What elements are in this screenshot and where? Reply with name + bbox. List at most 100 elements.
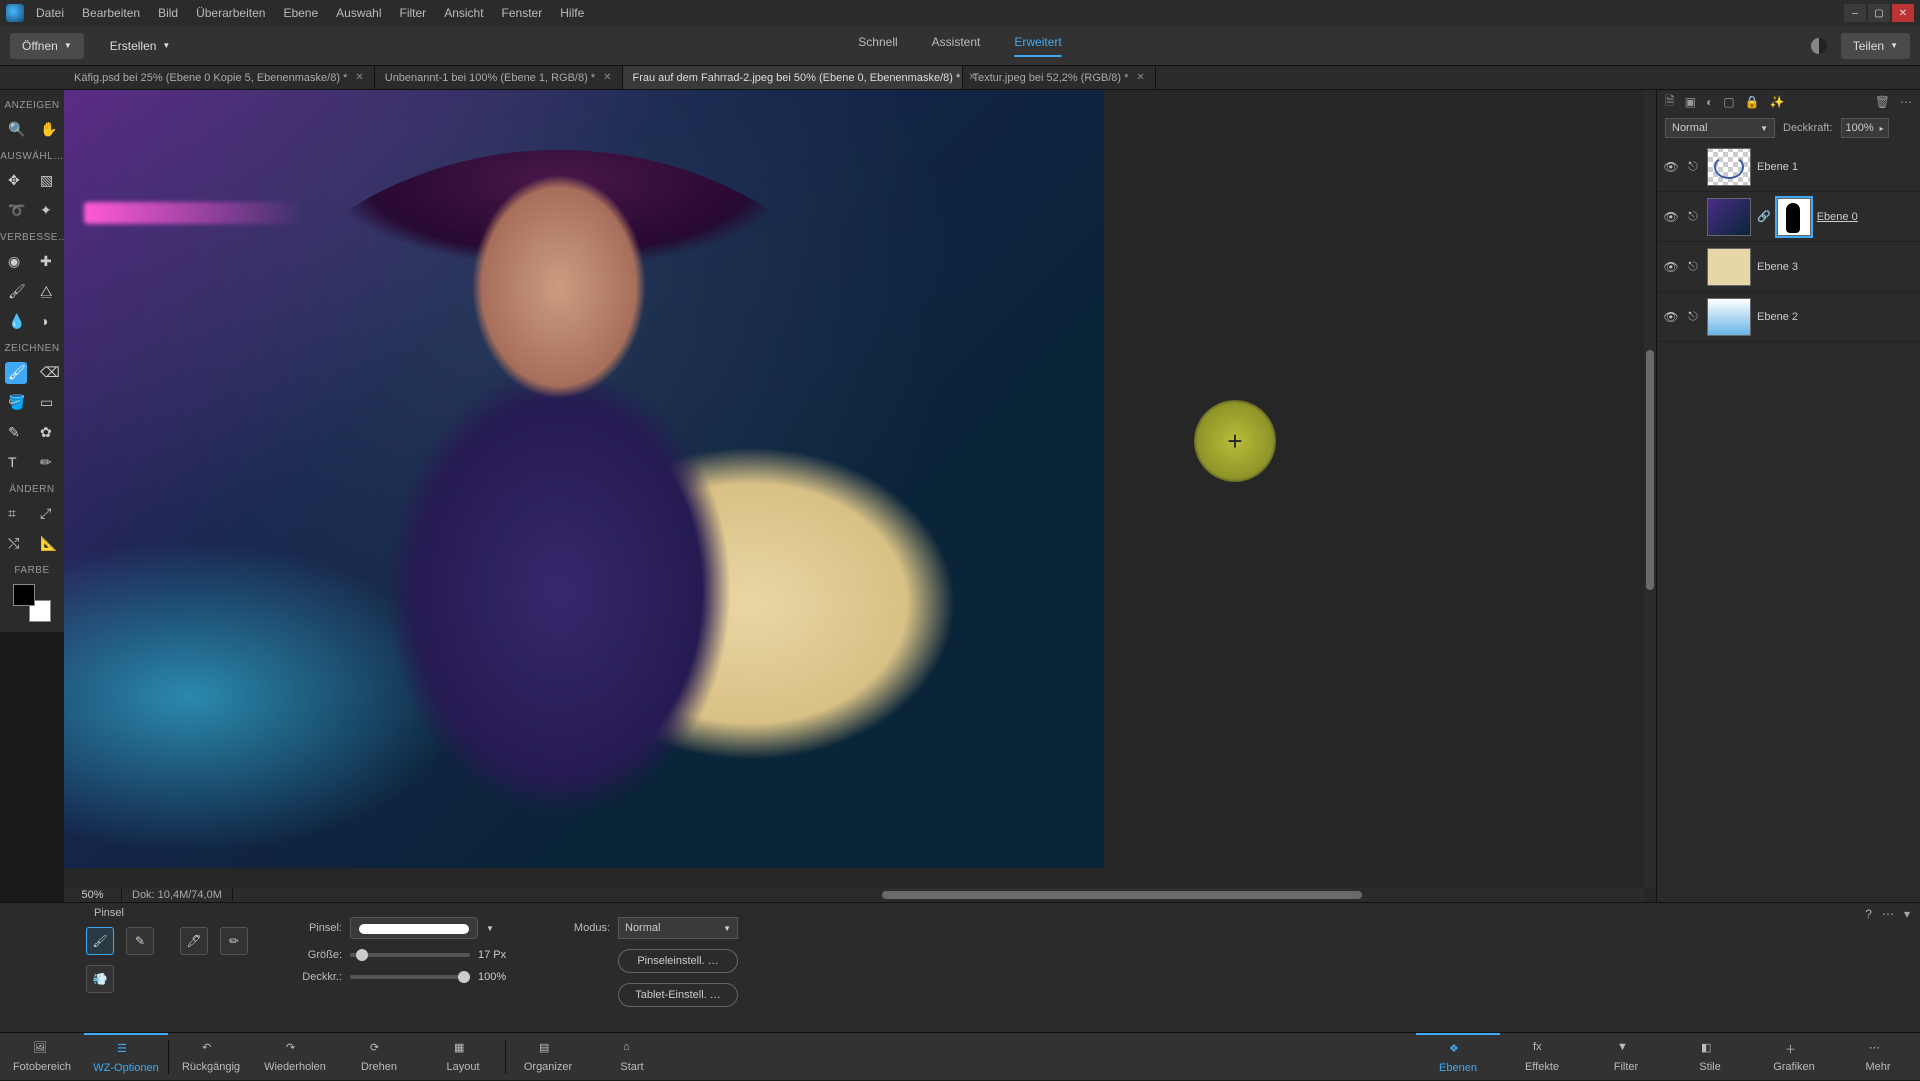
layer-row[interactable]: 👁 ⎋ Ebene 1 (1657, 142, 1920, 192)
zoom-level[interactable]: 50% (64, 889, 122, 901)
link-icon[interactable]: 🔗 (1757, 210, 1771, 223)
opacity-field[interactable]: 100% ▸ (1841, 118, 1889, 138)
share-button[interactable]: Teilen ▼ (1841, 33, 1910, 59)
gradient-tool-icon[interactable]: ▭ (37, 392, 59, 414)
menu-image[interactable]: Bild (158, 6, 178, 20)
crop-tool-icon[interactable]: ⌗ (5, 503, 27, 525)
marquee-tool-icon[interactable]: ▧ (37, 170, 59, 192)
eyedropper-tool-icon[interactable]: ✎ (5, 422, 27, 444)
panel-menu-icon[interactable]: ⋯ (1882, 907, 1894, 921)
brush-variant-airbrush[interactable]: 💨 (86, 965, 114, 993)
window-minimize-button[interactable]: – (1844, 4, 1866, 22)
brush-variant-pencil[interactable]: ✏ (220, 927, 248, 955)
brush-size-slider[interactable] (350, 953, 470, 957)
window-close-button[interactable]: ✕ (1892, 4, 1914, 22)
clone-stamp-tool-icon[interactable]: ⧋ (37, 281, 59, 303)
type-tool-icon[interactable]: T (5, 452, 27, 474)
sponge-tool-icon[interactable]: ◑ (37, 311, 59, 333)
taskbar-graphics[interactable]: ＋Grafiken (1752, 1033, 1836, 1081)
lock-indicator-icon[interactable]: ⎋ (1685, 309, 1701, 324)
eraser-tool-icon[interactable]: ⌫ (37, 362, 59, 384)
lock-layer-icon[interactable]: 🔒 (1745, 95, 1760, 109)
taskbar-rotate[interactable]: ⟳Drehen (337, 1033, 421, 1081)
close-icon[interactable]: ✕ (603, 72, 611, 83)
brush-mode-select[interactable]: Normal ▼ (618, 917, 738, 939)
visibility-toggle-icon[interactable]: 👁 (1663, 210, 1679, 224)
document-tab[interactable]: Frau auf dem Fahrrad-2.jpeg bei 50% (Ebe… (623, 66, 963, 89)
layer-row[interactable]: 👁 ⎋ Ebene 2 (1657, 292, 1920, 342)
brush-variant-impressionist[interactable]: ✎ (126, 927, 154, 955)
blend-mode-select[interactable]: Normal ▼ (1665, 118, 1775, 138)
canvas-image[interactable] (64, 90, 1104, 868)
vertical-scroll-thumb[interactable] (1646, 350, 1654, 590)
taskbar-layout[interactable]: ▦Layout (421, 1033, 505, 1081)
chevron-down-icon[interactable]: ▼ (486, 924, 494, 933)
layer-row[interactable]: 👁 ⎋ 🔗 Ebene 0 (1657, 192, 1920, 242)
taskbar-more[interactable]: ⋯Mehr (1836, 1033, 1920, 1081)
hand-tool-icon[interactable]: ✋ (37, 119, 59, 141)
layer-mask-thumbnail[interactable] (1777, 198, 1811, 236)
delete-layer-icon[interactable]: 🗑 (1875, 95, 1890, 109)
foreground-color-swatch[interactable] (13, 584, 35, 606)
pencil-tool-icon[interactable]: ✏ (37, 452, 59, 474)
close-icon[interactable]: ✕ (355, 72, 363, 83)
layer-row[interactable]: 👁 ⎋ Ebene 3 (1657, 242, 1920, 292)
new-layer-icon[interactable]: 🗎 (1665, 92, 1675, 113)
taskbar-layers[interactable]: ❖Ebenen (1416, 1033, 1500, 1081)
menu-layer[interactable]: Ebene (283, 6, 318, 20)
horizontal-scrollbar[interactable] (233, 890, 1644, 900)
theme-toggle-icon[interactable] (1811, 38, 1827, 54)
create-button[interactable]: Erstellen ▼ (98, 33, 183, 59)
window-maximize-button[interactable]: ▢ (1868, 4, 1890, 22)
lasso-tool-icon[interactable]: ➰ (5, 200, 27, 222)
menu-select[interactable]: Auswahl (336, 6, 381, 20)
brush-preset-picker[interactable] (350, 917, 478, 939)
brush-variant-color-replace[interactable]: 🖊 (180, 927, 208, 955)
brush-opacity-slider[interactable] (350, 975, 470, 979)
open-button[interactable]: Öffnen ▼ (10, 33, 84, 59)
mode-tab-quick[interactable]: Schnell (858, 35, 897, 57)
layer-mask-icon[interactable]: ▢ (1723, 95, 1734, 109)
close-icon[interactable]: ✕ (1136, 72, 1144, 83)
menu-window[interactable]: Fenster (502, 6, 543, 20)
panel-menu-icon[interactable]: ⋯ (1900, 95, 1912, 109)
menu-file[interactable]: Datei (36, 6, 64, 20)
taskbar-undo[interactable]: ↶Rückgängig (169, 1033, 253, 1081)
smart-brush-tool-icon[interactable]: 🖌 (5, 281, 27, 303)
taskbar-effects[interactable]: fxEffekte (1500, 1033, 1584, 1081)
taskbar-redo[interactable]: ↷Wiederholen (253, 1033, 337, 1081)
layer-thumbnail[interactable] (1707, 298, 1751, 336)
layer-name[interactable]: Ebene 1 (1757, 161, 1798, 173)
taskbar-photobin[interactable]: 🖼Fotobereich (0, 1033, 84, 1081)
brush-tool-icon[interactable]: 🖌 (5, 362, 27, 384)
layer-fx-icon[interactable]: ✨ (1770, 95, 1785, 109)
menu-enhance[interactable]: Überarbeiten (196, 6, 265, 20)
shape-tool-icon[interactable]: ✿ (37, 422, 59, 444)
layer-thumbnail[interactable] (1707, 248, 1751, 286)
menu-view[interactable]: Ansicht (444, 6, 483, 20)
layer-name[interactable]: Ebene 3 (1757, 261, 1798, 273)
document-tab[interactable]: Käfig.psd bei 25% (Ebene 0 Kopie 5, Eben… (64, 66, 375, 89)
brush-opacity-value[interactable]: 100% (478, 971, 528, 983)
lock-indicator-icon[interactable]: ⎋ (1685, 259, 1701, 274)
blur-tool-icon[interactable]: 💧 (5, 311, 27, 333)
menu-help[interactable]: Hilfe (560, 6, 584, 20)
vertical-scrollbar[interactable] (1644, 90, 1656, 888)
tablet-settings-button[interactable]: Tablet-Einstell. … (618, 983, 738, 1007)
document-tab[interactable]: Unbenannt-1 bei 100% (Ebene 1, RGB/8) * … (375, 66, 623, 89)
lock-indicator-icon[interactable]: ⎋ (1685, 209, 1701, 224)
layer-name[interactable]: Ebene 0 (1817, 211, 1858, 223)
document-tab[interactable]: Textur.jpeg bei 52,2% (RGB/8) * ✕ (963, 66, 1156, 89)
spot-heal-tool-icon[interactable]: ✚ (37, 251, 59, 273)
visibility-toggle-icon[interactable]: 👁 (1663, 160, 1679, 174)
redeye-tool-icon[interactable]: ◉ (5, 251, 27, 273)
color-swatches[interactable] (13, 584, 51, 622)
menu-edit[interactable]: Bearbeiten (82, 6, 140, 20)
collapse-panel-icon[interactable]: ▾ (1904, 907, 1910, 921)
quick-select-tool-icon[interactable]: ✦ (37, 200, 59, 222)
straighten-tool-icon[interactable]: 📐 (37, 533, 59, 555)
recompose-tool-icon[interactable]: ⤢ (37, 503, 59, 525)
mode-tab-advanced[interactable]: Erweitert (1014, 35, 1061, 57)
menu-filter[interactable]: Filter (400, 6, 427, 20)
brush-size-value[interactable]: 17 Px (478, 949, 528, 961)
